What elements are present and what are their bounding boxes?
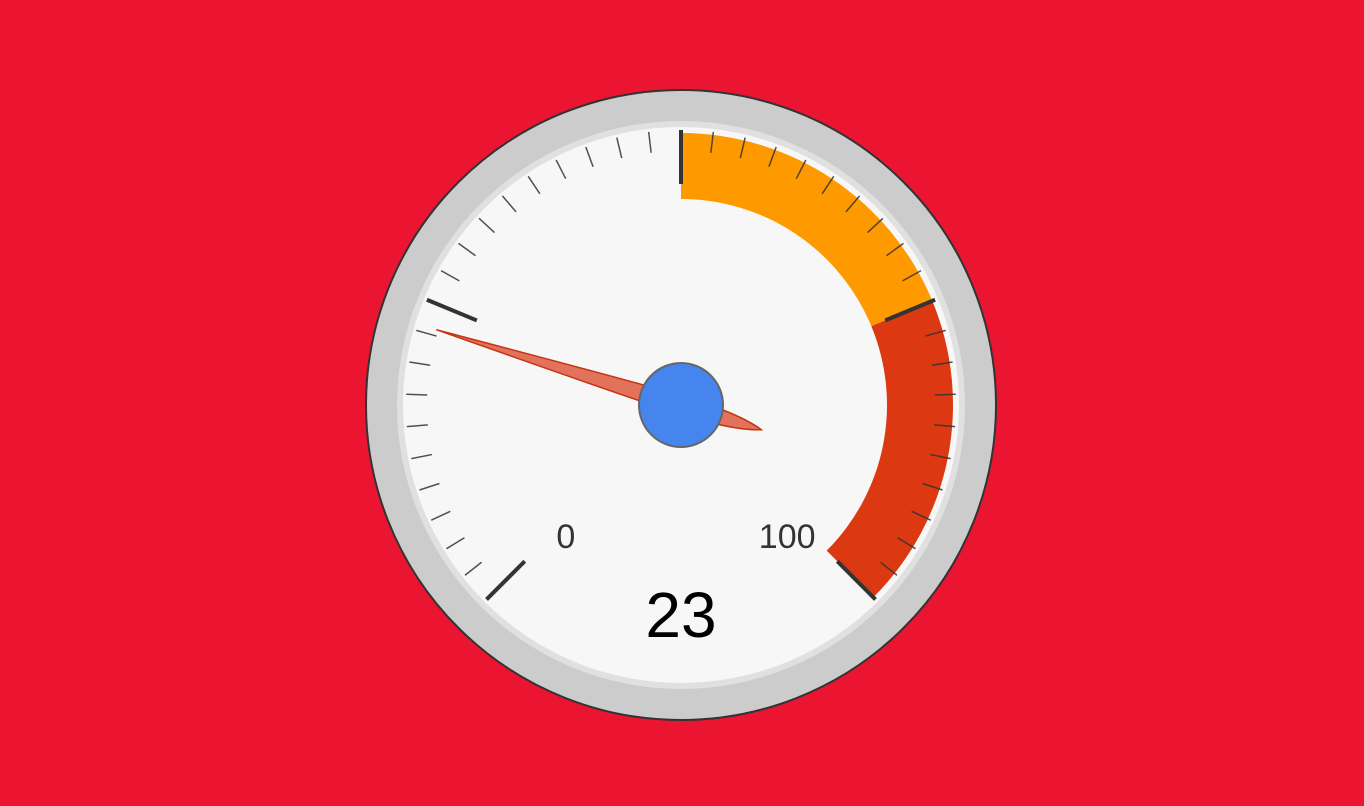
gauge-min-label: 0 xyxy=(556,518,575,556)
gauge-hub-icon xyxy=(638,362,724,448)
gauge-minor-tick xyxy=(406,393,428,396)
gauge-minor-tick xyxy=(934,393,956,396)
gauge-value-label: 23 xyxy=(645,579,716,651)
gauge-chart: 0 100 23 xyxy=(365,89,997,721)
gauge-max-label: 100 xyxy=(759,518,816,556)
gauge-widget: 0 100 23 xyxy=(0,0,1364,806)
